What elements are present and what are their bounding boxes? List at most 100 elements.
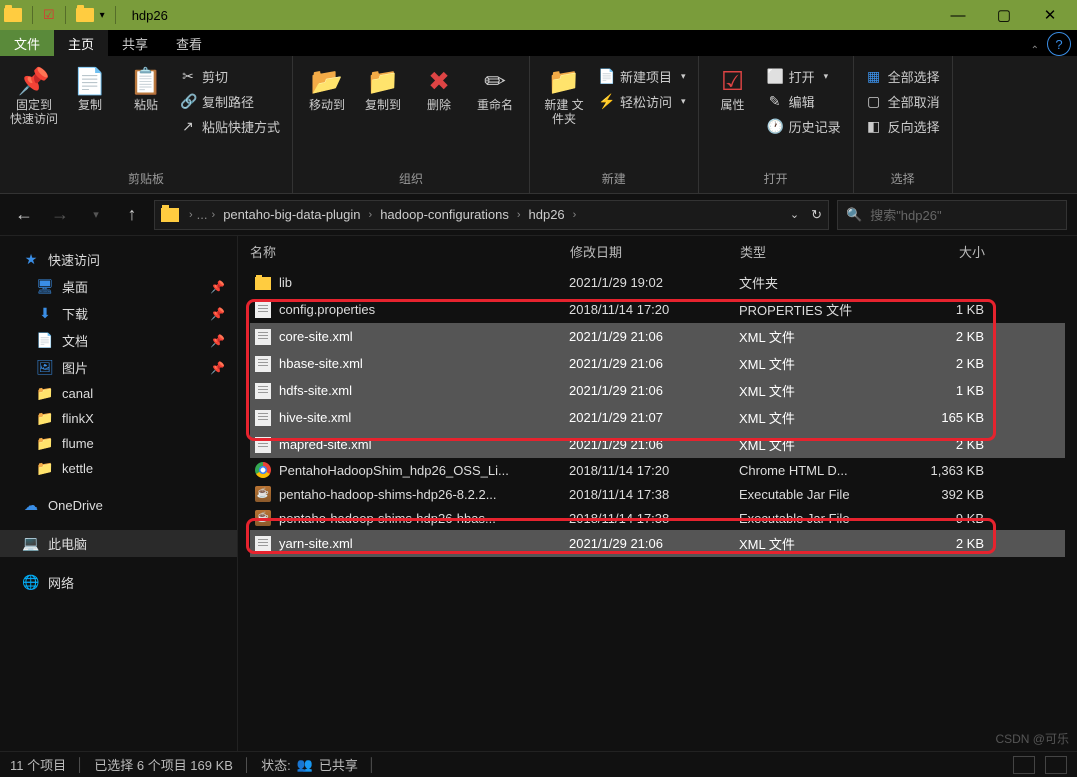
col-type[interactable]: 类型 (740, 242, 915, 261)
desktop-icon: 🖥 (36, 278, 54, 295)
nav-pane[interactable]: ★快速访问 🖥桌面📌 ⬇下载📌 📄文档📌 🖼图片📌 📁canal 📁flinkX… (0, 236, 238, 751)
file-name: yarn-site.xml (279, 536, 353, 551)
invert-selection-button[interactable]: ◧反向选择 (862, 116, 944, 137)
nav-folder-canal[interactable]: 📁canal (0, 381, 237, 406)
col-name[interactable]: 名称 (250, 242, 570, 261)
file-row[interactable]: hdfs-site.xml2021/1/29 21:06XML 文件1 KB (250, 377, 1065, 404)
properties-button[interactable]: ☑属性 (707, 64, 759, 116)
moveto-button[interactable]: 📂移动到 (301, 64, 353, 116)
network-icon: 🌐 (22, 574, 40, 591)
file-row[interactable]: lib2021/1/29 19:02文件夹 (250, 269, 1065, 296)
chevron-right-icon[interactable]: › (515, 209, 523, 221)
cut-icon: ✂ (180, 68, 196, 85)
easy-access-button[interactable]: ⚡轻松访问▾ (594, 91, 690, 112)
file-type: XML 文件 (739, 408, 914, 427)
file-row[interactable]: mapred-site.xml2021/1/29 21:06XML 文件2 KB (250, 431, 1065, 458)
recent-locations-button[interactable]: ▾ (82, 201, 110, 229)
tab-share[interactable]: 共享 (108, 30, 162, 56)
file-name: PentahoHadoopShim_hdp26_OSS_Li... (279, 463, 509, 478)
column-headers[interactable]: 名称 修改日期 类型 大小 (238, 236, 1077, 267)
select-none-button[interactable]: ▢全部取消 (862, 91, 944, 112)
download-icon: ⬇ (36, 305, 54, 322)
breadcrumb-item[interactable]: hadoop-configurations (376, 207, 513, 222)
file-name: mapred-site.xml (279, 437, 371, 452)
file-row[interactable]: yarn-site.xml2021/1/29 21:06XML 文件2 KB (250, 530, 1065, 557)
file-row[interactable]: pentaho-hadoop-shims-hdp26-8.2.2...2018/… (250, 482, 1065, 506)
copy-button[interactable]: 📄复制 (64, 64, 116, 116)
invert-icon: ◧ (866, 118, 882, 135)
folder-icon[interactable] (76, 8, 94, 22)
refresh-icon[interactable]: ↻ (811, 207, 822, 223)
breadcrumb-item[interactable]: hdp26 (525, 207, 569, 222)
close-button[interactable]: ✕ (1027, 0, 1073, 30)
nav-this-pc[interactable]: 💻此电脑 (0, 530, 237, 557)
open-button[interactable]: ⬜打开▾ (763, 66, 845, 87)
nav-folder-flume[interactable]: 📁flume (0, 431, 237, 456)
col-date[interactable]: 修改日期 (570, 242, 740, 261)
chevron-right-icon[interactable]: › (571, 209, 579, 221)
chevron-right-icon[interactable]: › (367, 209, 375, 221)
help-icon[interactable]: ? (1047, 32, 1071, 56)
paste-shortcut-button[interactable]: ↗粘贴快捷方式 (176, 116, 284, 137)
new-folder-button[interactable]: 📁新建 文件夹 (538, 64, 590, 131)
back-button[interactable]: ← (10, 201, 38, 229)
select-all-button[interactable]: ▦全部选择 (862, 66, 944, 87)
nav-network[interactable]: 🌐网络 (0, 569, 237, 596)
file-row[interactable]: PentahoHadoopShim_hdp26_OSS_Li...2018/11… (250, 458, 1065, 482)
qat-dropdown-icon[interactable]: ▾ (100, 10, 105, 21)
tab-home[interactable]: 主页 (54, 30, 108, 56)
nav-documents[interactable]: 📄文档📌 (0, 327, 237, 354)
pin-quick-access-button[interactable]: 📌固定到 快速访问 (8, 64, 60, 131)
maximize-button[interactable]: ▢ (981, 0, 1027, 30)
cut-button[interactable]: ✂剪切 (176, 66, 284, 87)
thumbnails-view-button[interactable] (1045, 756, 1067, 774)
nav-pictures[interactable]: 🖼图片📌 (0, 354, 237, 381)
tab-view[interactable]: 查看 (162, 30, 216, 56)
new-item-button[interactable]: 📄新建项目▾ (594, 66, 690, 87)
col-size[interactable]: 大小 (915, 242, 985, 261)
breadcrumb-item[interactable]: pentaho-big-data-plugin (219, 207, 364, 222)
file-list[interactable]: lib2021/1/29 19:02文件夹config.properties20… (238, 267, 1077, 751)
nav-quick-access[interactable]: ★快速访问 (0, 246, 237, 273)
file-icon (255, 302, 271, 318)
edit-button[interactable]: ✎编辑 (763, 91, 845, 112)
file-row[interactable]: core-site.xml2021/1/29 21:06XML 文件2 KB (250, 323, 1065, 350)
copy-path-button[interactable]: 🔗复制路径 (176, 91, 284, 112)
nav-desktop[interactable]: 🖥桌面📌 (0, 273, 237, 300)
file-date: 2021/1/29 21:06 (569, 356, 739, 371)
minimize-button[interactable]: ― (935, 0, 981, 30)
folder-icon: 📁 (36, 435, 54, 452)
search-input[interactable]: 🔍 搜索"hdp26" (837, 200, 1067, 230)
chevron-right-icon[interactable]: › (210, 209, 218, 221)
file-row[interactable]: config.properties2018/11/14 17:20PROPERT… (250, 296, 1065, 323)
qat-properties-icon[interactable]: ☑ (43, 7, 55, 23)
file-icon (255, 536, 271, 552)
forward-button[interactable]: → (46, 201, 74, 229)
tab-file[interactable]: 文件 (0, 30, 54, 56)
history-button[interactable]: 🕐历史记录 (763, 116, 845, 137)
rename-button[interactable]: ✏重命名 (469, 64, 521, 116)
history-dropdown-icon[interactable]: ⌄ (790, 208, 799, 221)
minimize-ribbon-icon[interactable]: ⌃ (1031, 45, 1039, 56)
copyto-button[interactable]: 📁复制到 (357, 64, 409, 116)
breadcrumb[interactable]: › ... › pentaho-big-data-plugin › hadoop… (154, 200, 829, 230)
paste-button[interactable]: 📋粘贴 (120, 64, 172, 116)
nav-folder-flinkx[interactable]: 📁flinkX (0, 406, 237, 431)
file-type: XML 文件 (739, 327, 914, 346)
nav-folder-kettle[interactable]: 📁kettle (0, 456, 237, 481)
file-size: 2 KB (914, 437, 984, 452)
file-icon (255, 356, 271, 372)
delete-button[interactable]: ✖删除 (413, 64, 465, 116)
nav-downloads[interactable]: ⬇下载📌 (0, 300, 237, 327)
up-button[interactable]: ↑ (118, 201, 146, 229)
nav-onedrive[interactable]: ☁OneDrive (0, 493, 237, 518)
details-view-button[interactable] (1013, 756, 1035, 774)
file-type: XML 文件 (739, 354, 914, 373)
file-row[interactable]: pentaho-hadoop-shims-hdp26-hbas...2018/1… (250, 506, 1065, 530)
file-row[interactable]: hive-site.xml2021/1/29 21:07XML 文件165 KB (250, 404, 1065, 431)
chevron-right-icon[interactable]: › (187, 209, 195, 221)
file-row[interactable]: hbase-site.xml2021/1/29 21:06XML 文件2 KB (250, 350, 1065, 377)
file-date: 2021/1/29 21:06 (569, 329, 739, 344)
titlebar[interactable]: ☑ ▾ hdp26 ― ▢ ✕ (0, 0, 1077, 30)
pc-icon: 💻 (22, 535, 40, 552)
